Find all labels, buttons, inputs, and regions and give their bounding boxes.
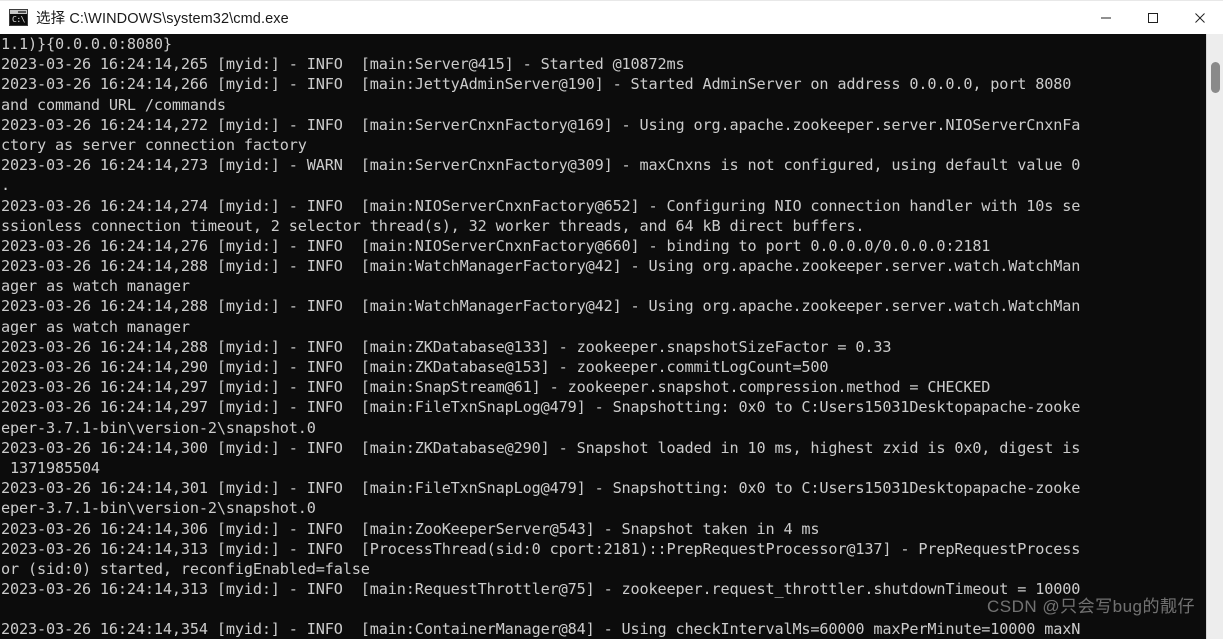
- maximize-button[interactable]: [1129, 1, 1176, 35]
- console-line: 2023-03-26 16:24:14,354 [myid:] - INFO […: [1, 620, 1081, 639]
- console-line: 2023-03-26 16:24:14,313 [myid:] - INFO […: [1, 580, 1081, 599]
- console-line: ager as watch manager: [1, 317, 190, 336]
- console-line: 2023-03-26 16:24:14,288 [myid:] - INFO […: [1, 297, 1081, 316]
- close-icon: [1194, 12, 1205, 23]
- console-line: 2023-03-26 16:24:14,300 [myid:] - INFO […: [1, 438, 1081, 457]
- titlebar[interactable]: C:\ 选择 C:\WINDOWS\system32\cmd.exe: [0, 0, 1223, 34]
- console-line: and command URL /commands: [1, 95, 226, 114]
- close-button[interactable]: [1176, 1, 1223, 35]
- console-line: ctory as server connection factory: [1, 135, 307, 154]
- console-line: 2023-03-26 16:24:14,273 [myid:] - WARN […: [1, 156, 1081, 175]
- console-output-area[interactable]: 1.1)}{0.0.0.0:8080} 2023-03-26 16:24:14,2…: [0, 34, 1223, 639]
- console-log-text: 1.1)}{0.0.0.0:8080} 2023-03-26 16:24:14,2…: [0, 34, 1206, 639]
- minimize-button[interactable]: [1082, 1, 1129, 35]
- console-line: 2023-03-26 16:24:14,274 [myid:] - INFO […: [1, 196, 1081, 215]
- console-line: 2023-03-26 16:24:14,297 [myid:] - INFO […: [1, 378, 991, 397]
- console-line: 2023-03-26 16:24:14,288 [myid:] - INFO […: [1, 337, 892, 356]
- console-line: 2023-03-26 16:24:14,290 [myid:] - INFO […: [1, 358, 829, 376]
- maximize-icon: [1147, 12, 1158, 23]
- scrollbar-thumb[interactable]: [1211, 62, 1220, 93]
- window-controls: [1082, 1, 1223, 35]
- cmd-exe-icon: C:\: [9, 9, 28, 26]
- console-line: ager as watch manager: [1, 277, 190, 296]
- console-line: 2023-03-26 16:24:14,297 [myid:] - INFO […: [1, 398, 1081, 417]
- console-line: 2023-03-26 16:24:14,265 [myid:] - INFO […: [1, 55, 685, 74]
- vertical-scrollbar[interactable]: [1206, 34, 1223, 639]
- console-line: 2023-03-26 16:24:14,301 [myid:] - INFO […: [1, 479, 1081, 498]
- console-line: eper-3.7.1-bin\version-2\snapshot.0: [1, 499, 316, 518]
- cmd-window: C:\ 选择 C:\WINDOWS\system32\cmd.exe 1.1)}…: [0, 0, 1223, 639]
- console-line: 2023-03-26 16:24:14,272 [myid:] - INFO […: [1, 115, 1081, 134]
- console-line: 2023-03-26 16:24:14,276 [myid:] - INFO […: [1, 236, 991, 255]
- console-line: .: [1, 176, 10, 195]
- minimize-icon: [1100, 17, 1111, 18]
- console-line: 1.1)}{0.0.0.0:8080}: [1, 35, 172, 53]
- console-line: 1371985504: [1, 458, 100, 477]
- console-line: 2023-03-26 16:24:14,313 [myid:] - INFO […: [1, 539, 1081, 558]
- console-line: 2023-03-26 16:24:14,266 [myid:] - INFO […: [1, 75, 1072, 94]
- console-line: 2023-03-26 16:24:14,306 [myid:] - INFO […: [1, 519, 820, 538]
- titlebar-left[interactable]: C:\ 选择 C:\WINDOWS\system32\cmd.exe: [0, 1, 1082, 35]
- console-line: ssionless connection timeout, 2 selector…: [1, 216, 865, 235]
- console-line: or (sid:0) started, reconfigEnabled=fals…: [1, 559, 370, 578]
- console-line: 2023-03-26 16:24:14,288 [myid:] - INFO […: [1, 257, 1081, 276]
- console-line: eper-3.7.1-bin\version-2\snapshot.0: [1, 418, 316, 437]
- window-title: 选择 C:\WINDOWS\system32\cmd.exe: [36, 11, 289, 27]
- cmd-icon-titlestrip: [10, 10, 27, 14]
- cmd-icon-prompt: C:\: [12, 15, 25, 24]
